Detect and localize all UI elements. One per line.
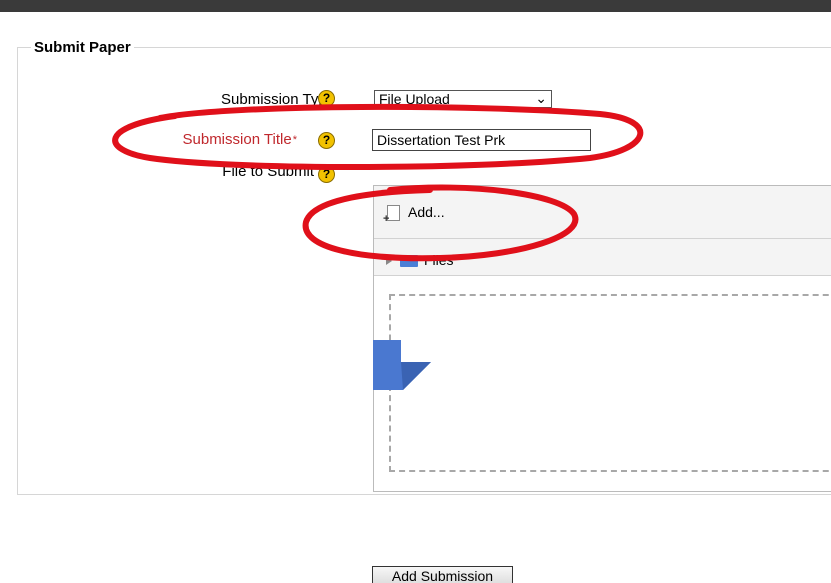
fieldset-legend: Submit Paper: [31, 40, 134, 56]
help-icon[interactable]: ?: [318, 166, 335, 183]
uploader-toolbar: + Add...: [374, 186, 831, 239]
file-uploader: + Add... Files: [373, 185, 831, 492]
submission-type-select[interactable]: File Upload ⌄: [374, 90, 552, 108]
triangle-right-icon: [386, 257, 392, 266]
files-tree-item[interactable]: Files: [386, 252, 454, 268]
chevron-down-icon: ⌄: [535, 90, 547, 106]
page: Submit Paper Submission Type ? File Uplo…: [0, 0, 831, 583]
add-submission-button[interactable]: Add Submission: [372, 566, 513, 583]
files-label: Files: [424, 252, 454, 268]
arrow-down-icon: [373, 340, 431, 390]
file-add-icon: +: [383, 205, 400, 225]
submission-title-label: Submission Title*: [183, 131, 298, 149]
add-file-button[interactable]: + Add...: [383, 201, 445, 225]
required-marker: *: [292, 134, 297, 146]
folder-icon: [400, 255, 418, 268]
top-bar: [0, 0, 831, 12]
files-tree-bar[interactable]: Files: [374, 239, 831, 276]
file-to-submit-label: File to Submit: [222, 163, 314, 180]
submission-type-value: File Upload: [379, 91, 450, 107]
file-drop-zone[interactable]: [389, 294, 831, 472]
add-file-label: Add...: [408, 204, 445, 220]
submission-title-input[interactable]: [372, 129, 591, 151]
help-icon[interactable]: ?: [318, 132, 335, 149]
help-icon[interactable]: ?: [318, 90, 335, 107]
submission-title-label-text: Submission Title: [182, 131, 292, 148]
